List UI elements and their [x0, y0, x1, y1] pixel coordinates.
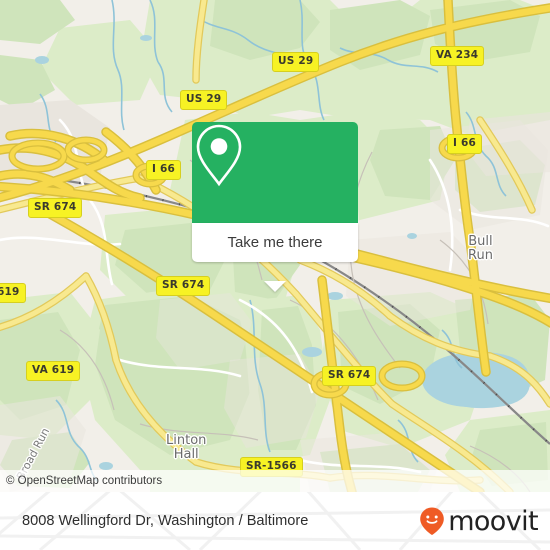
road-shield: I 66: [146, 160, 181, 180]
moovit-map-screen: US 29 VA 234 US 29 I 66 I 66 SR 674 SR 674 619 V…: [0, 0, 550, 550]
place-label: Bull Run: [468, 234, 493, 263]
road-shield: SR 674: [322, 366, 377, 386]
take-me-there-label: Take me there: [227, 234, 323, 251]
road-shield: SR 674: [156, 276, 211, 296]
moovit-logo: moovit: [417, 505, 539, 537]
road-shield: I 66: [447, 134, 482, 154]
road-shield: 619: [0, 283, 26, 303]
road-shield: US 29: [180, 90, 228, 110]
road-shield: VA 234: [430, 46, 485, 66]
address-label: 8008 Wellingford Dr, Washington / Baltim…: [22, 513, 309, 529]
road-shield: US 29: [272, 52, 320, 72]
place-label: Linton Hall: [166, 433, 207, 462]
callout-pointer: [264, 281, 286, 292]
callout-image-area: [192, 122, 358, 223]
osm-attribution-bar: © OpenStreetMap contributors: [0, 470, 550, 492]
road-shield: SR 674: [28, 198, 83, 218]
moovit-pin-icon: [420, 507, 444, 535]
osm-attribution-text: © OpenStreetMap contributors: [6, 475, 163, 487]
take-me-there-button[interactable]: Take me there: [192, 223, 358, 262]
location-callout[interactable]: Take me there: [192, 122, 358, 292]
moovit-wordmark: moovit: [448, 505, 538, 537]
footer-bar: 8008 Wellingford Dr, Washington / Baltim…: [0, 492, 550, 550]
map-pin-icon: [196, 124, 242, 187]
map-canvas[interactable]: US 29 VA 234 US 29 I 66 I 66 SR 674 SR 674 619 V…: [0, 0, 550, 492]
road-shield: VA 619: [26, 361, 81, 381]
